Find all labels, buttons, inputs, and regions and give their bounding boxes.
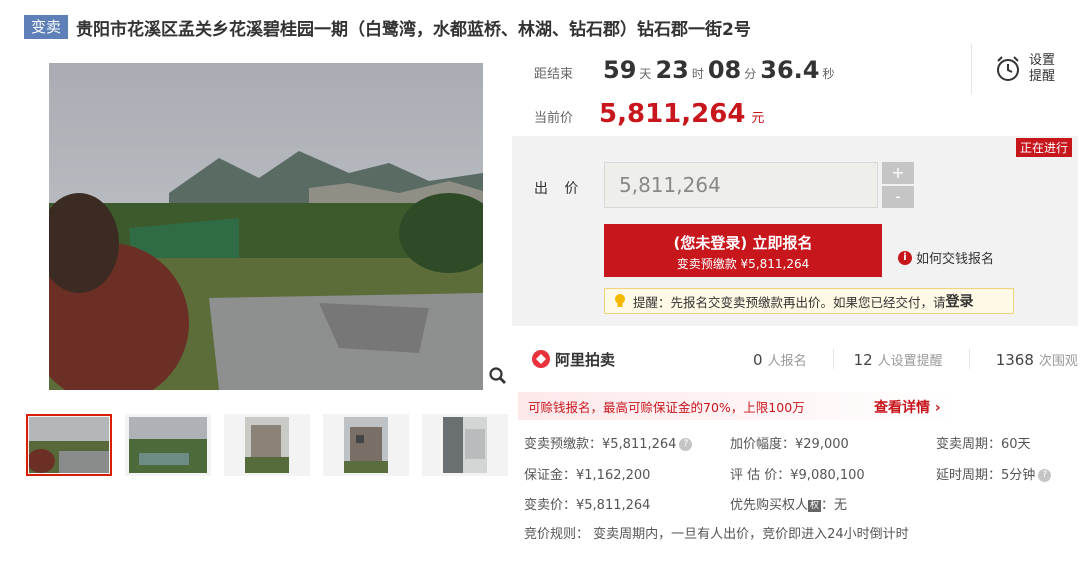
delay-text: 延时周期：5分钟 — [936, 468, 1036, 483]
zoom-icon[interactable] — [488, 366, 508, 386]
thumbnail-strip — [26, 414, 521, 476]
ali-stats: 阿里拍卖 0 人报名 12 人设置提醒 1368 次围观 — [512, 344, 1078, 374]
priority-badge: 权 — [808, 499, 822, 512]
main-photo[interactable] — [49, 63, 483, 390]
login-link[interactable]: 登录 — [946, 291, 974, 311]
decrease-button[interactable]: - — [882, 186, 914, 208]
bid-label: 出 价 — [534, 181, 585, 197]
reminders-stat: 12 人设置提醒 — [854, 350, 943, 369]
seconds-unit: 秒 — [822, 67, 835, 81]
ali-auction-name: 阿里拍卖 — [555, 350, 616, 369]
hours-unit: 时 — [691, 67, 704, 81]
countdown-seconds: 36.4 — [760, 56, 820, 84]
prepay-text: 变卖预缴款：¥5,811,264 — [524, 437, 677, 452]
reminders-label: 人设置提醒 — [877, 353, 943, 369]
current-price-label: 当前价 — [534, 111, 574, 126]
ali-auction-logo: 阿里拍卖 — [531, 349, 615, 370]
credit-banner-text: 可赊钱报名，最高可赊保证金的70%，上限100万 — [528, 399, 805, 415]
signups-count: 0 — [753, 350, 763, 369]
thumbnail-2[interactable] — [125, 414, 211, 476]
priority-label: 优先购买权人 — [730, 498, 809, 513]
bid-input[interactable]: 5,811,264 — [604, 162, 878, 208]
current-price-value: 5,811,264 — [599, 99, 746, 129]
signup-button[interactable]: (您未登录) 立即报名 变卖预缴款 ¥5,811,264 — [604, 224, 882, 277]
set-reminder-button[interactable]: 设置 提醒 — [971, 44, 1078, 94]
prepay-info: 变卖预缴款：¥5,811,264? — [524, 433, 693, 452]
howto-link[interactable]: i 如何交钱报名 — [898, 248, 994, 267]
help-icon[interactable]: ? — [1038, 469, 1052, 482]
watchers-stat: 1368 次围观 — [996, 350, 1078, 369]
countdown-hours: 23 — [655, 56, 689, 84]
thumbnail-5[interactable] — [422, 414, 508, 476]
title-bar: 变卖 贵阳市花溪区孟关乡花溪碧桂园一期（白鹭湾，水都蓝桥、林湖、钻石郡）钻石郡一… — [24, 14, 751, 40]
thumbnail-1[interactable] — [26, 414, 112, 476]
bid-box: 正在进行 出 价 5,811,264 + - (您未登录) 立即报名 变卖预缴款… — [512, 136, 1078, 326]
lightbulb-icon — [615, 294, 625, 307]
priority-value: ：无 — [821, 498, 848, 513]
page-title: 贵阳市花溪区孟关乡花溪碧桂园一期（白鹭湾，水都蓝桥、林湖、钻石郡）钻石郡一街2号 — [76, 19, 751, 40]
sale-type-tag: 变卖 — [24, 15, 69, 39]
view-details-link[interactable]: 查看详情 › — [874, 397, 941, 417]
thumbnail-4[interactable] — [323, 414, 409, 476]
deposit-info: 保证金：¥1,162,200 — [524, 468, 651, 483]
bidding-rule: 竞价规则： 变卖周期内，一旦有人出价，竞价即进入24小时倒计时 — [524, 527, 909, 542]
minutes-unit: 分 — [744, 67, 757, 81]
watchers-count: 1368 — [995, 350, 1034, 369]
current-price: 当前价 5,811,264 元 — [534, 99, 764, 129]
countdown: 距结束 59 天 23 时 08 分 36.4 秒 — [534, 56, 839, 84]
cycle-info: 变卖周期：60天 — [936, 437, 1031, 452]
alarm-clock-icon — [996, 56, 1019, 81]
reminder-line2: 提醒 — [1028, 69, 1055, 84]
countdown-label: 距结束 — [534, 67, 574, 82]
status-badge: 正在进行 — [1015, 138, 1072, 157]
howto-label: 如何交钱报名 — [916, 252, 995, 267]
info-icon: i — [898, 250, 912, 265]
current-price-unit: 元 — [751, 111, 765, 126]
login-tip: 提醒：先报名交变卖预缴款再出价。如果您已经交付，请 登录 — [604, 288, 1014, 314]
priority-info: 优先购买权人权：无 — [730, 494, 847, 513]
bid-stepper: + - — [882, 162, 914, 210]
ali-logo-icon — [532, 350, 550, 368]
delay-info: 延时周期：5分钟? — [936, 464, 1052, 483]
sale-price-info: 变卖价：¥5,811,264 — [524, 498, 651, 513]
auction-page: 变卖 贵阳市花溪区孟关乡花溪碧桂园一期（白鹭湾，水都蓝桥、林湖、钻石郡）钻石郡一… — [0, 0, 1080, 566]
divider — [968, 349, 970, 369]
thumbnail-3[interactable] — [224, 414, 310, 476]
signup-button-label: (您未登录) 立即报名 — [673, 234, 813, 252]
increment-info: 加价幅度：¥29,000 — [730, 437, 849, 452]
divider — [832, 349, 834, 369]
days-unit: 天 — [639, 67, 652, 81]
signups-label: 人报名 — [767, 353, 807, 369]
appraisal-info: 评 估 价：¥9,080,100 — [730, 468, 865, 483]
reminder-line1: 设置 — [1028, 53, 1055, 68]
increase-button[interactable]: + — [882, 162, 914, 184]
help-icon[interactable]: ? — [679, 438, 693, 451]
watchers-label: 次围观 — [1038, 353, 1078, 369]
countdown-days: 59 — [603, 56, 637, 84]
tip-text: 提醒：先报名交变卖预缴款再出价。如果您已经交付，请 — [633, 294, 946, 310]
signup-button-sublabel: 变卖预缴款 ¥5,811,264 — [676, 257, 810, 271]
reminders-count: 12 — [853, 350, 873, 369]
countdown-minutes: 08 — [707, 56, 742, 84]
signups-stat: 0 人报名 — [753, 350, 807, 369]
